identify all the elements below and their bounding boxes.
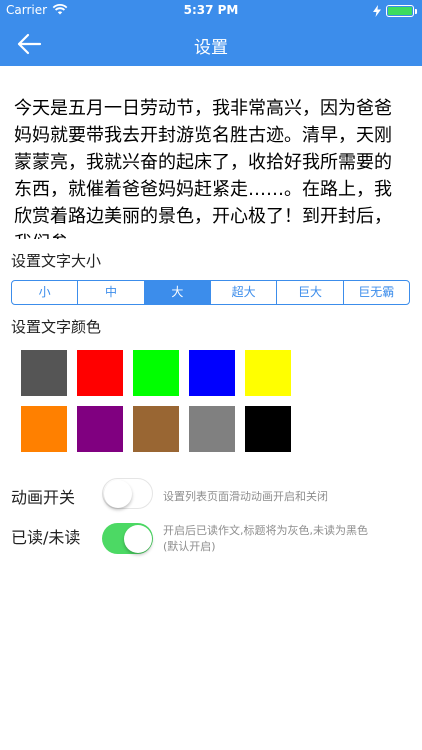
- font-size-option-xlarge[interactable]: 超大: [211, 281, 278, 304]
- battery-level: [388, 7, 412, 15]
- color-swatch[interactable]: [133, 406, 179, 452]
- color-swatch[interactable]: [133, 350, 179, 396]
- color-swatch[interactable]: [245, 406, 291, 452]
- read-status-toggle-description: 开启后已读作文,标题将为灰色,未读为黑色 (默认开启): [163, 523, 413, 555]
- font-size-option-medium[interactable]: 中: [78, 281, 145, 304]
- nav-bar: 设置: [0, 22, 422, 66]
- toggle-knob: [124, 524, 152, 553]
- color-swatch[interactable]: [189, 406, 235, 452]
- read-status-description-line1: 开启后已读作文,标题将为灰色,未读为黑色: [163, 524, 368, 537]
- color-swatch[interactable]: [189, 350, 235, 396]
- read-status-toggle[interactable]: [102, 523, 153, 554]
- sample-text-preview: 今天是五月一日劳动节，我非常高兴，因为爸爸妈妈就要带我去开封游览名胜古迹。清早，…: [14, 98, 392, 239]
- read-status-description-line2: (默认开启): [163, 540, 216, 553]
- read-status-toggle-label: 已读/未读: [11, 528, 81, 547]
- font-size-label: 设置文字大小: [11, 252, 102, 270]
- page-title: 设置: [194, 38, 228, 58]
- battery-icon: [386, 5, 417, 17]
- animation-toggle-description: 设置列表页面滑动动画开启和关闭: [163, 490, 328, 503]
- status-bar: Carrier 5:37 PM: [0, 0, 422, 22]
- color-swatch[interactable]: [77, 350, 123, 396]
- toggle-knob: [104, 480, 132, 508]
- charging-icon: [373, 5, 381, 17]
- font-color-label: 设置文字颜色: [11, 318, 102, 336]
- animation-toggle-label: 动画开关: [11, 488, 76, 507]
- color-swatch[interactable]: [245, 350, 291, 396]
- animation-toggle[interactable]: [102, 478, 153, 509]
- color-swatch[interactable]: [77, 406, 123, 452]
- font-size-option-small[interactable]: 小: [12, 281, 79, 304]
- color-swatch[interactable]: [21, 406, 67, 452]
- font-size-option-huge[interactable]: 巨大: [277, 281, 344, 304]
- font-size-segmented-control: 小 中 大 超大 巨大 巨无霸: [11, 280, 410, 305]
- color-swatch[interactable]: [21, 350, 67, 396]
- battery-nub: [415, 9, 417, 14]
- font-size-option-large[interactable]: 大: [144, 281, 211, 304]
- status-time: 5:37 PM: [183, 3, 239, 17]
- font-size-option-giant[interactable]: 巨无霸: [344, 281, 409, 304]
